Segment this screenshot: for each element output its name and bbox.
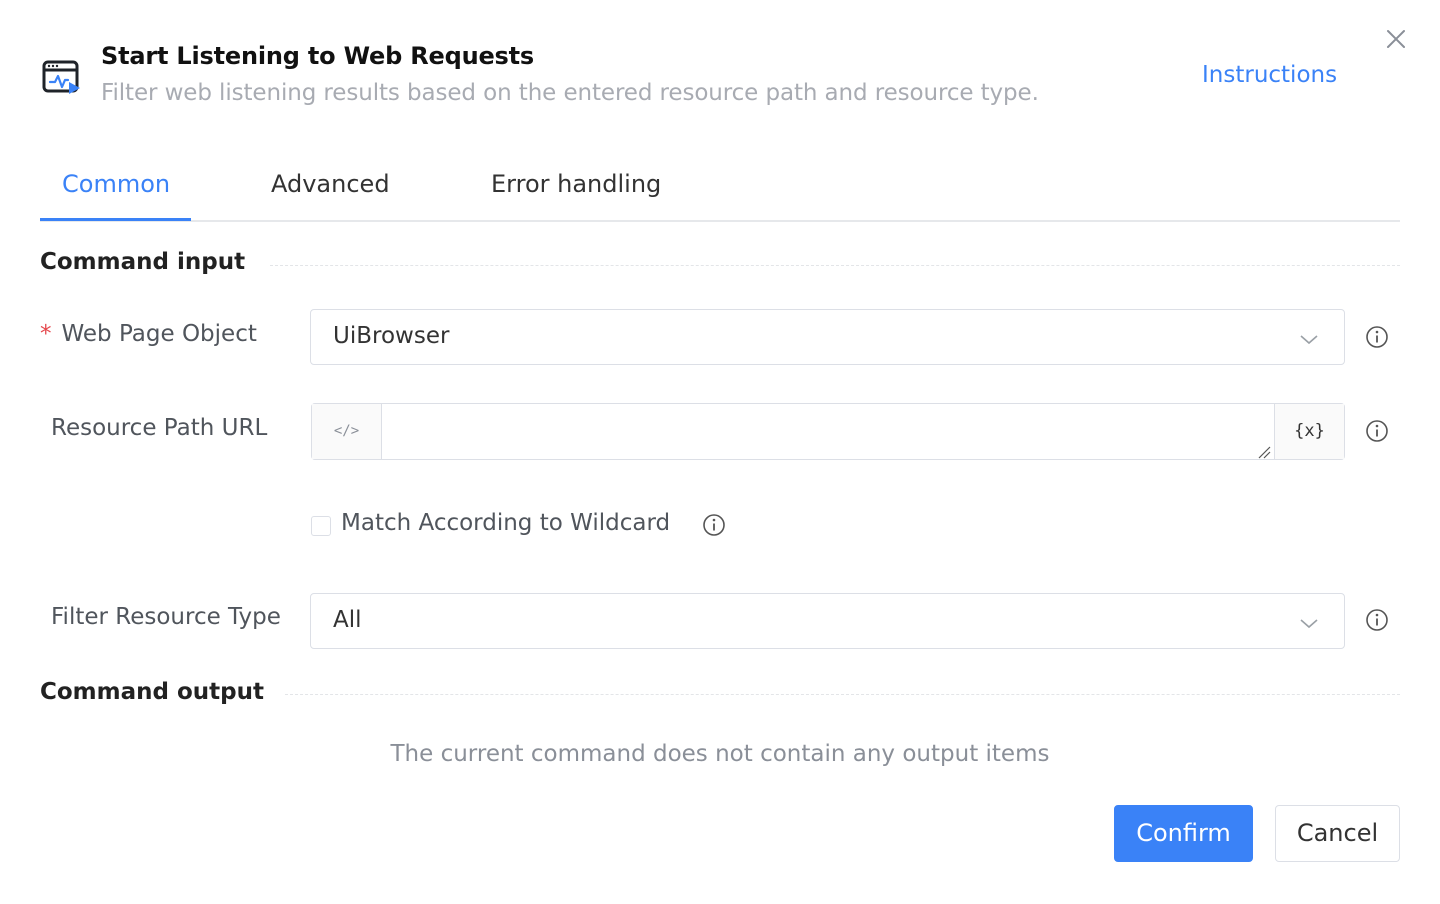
wildcard-checkbox-label[interactable]: Match According to Wildcard [341, 510, 670, 536]
info-icon[interactable] [702, 513, 726, 537]
web-page-object-value: UiBrowser [333, 323, 450, 349]
tab-advanced[interactable]: Advanced [271, 170, 390, 198]
resource-path-url-field: </> {x} [311, 403, 1345, 460]
wildcard-checkbox[interactable] [311, 516, 331, 536]
tab-error-handling[interactable]: Error handling [491, 170, 661, 198]
filter-resource-type-value: All [333, 607, 362, 633]
info-icon[interactable] [1365, 608, 1389, 632]
filter-resource-type-select[interactable]: All [310, 593, 1345, 649]
cancel-button[interactable]: Cancel [1275, 805, 1400, 862]
confirm-button[interactable]: Confirm [1114, 805, 1253, 862]
insert-variable-button[interactable]: {x} [1274, 404, 1344, 459]
section-title-command-input: Command input [40, 249, 246, 275]
info-icon[interactable] [1365, 419, 1389, 443]
resource-path-url-label: Resource Path URL [51, 415, 268, 441]
section-divider [285, 694, 1400, 695]
web-page-object-label: * Web Page Object [40, 321, 257, 347]
dialog-title: Start Listening to Web Requests [101, 42, 534, 70]
tab-common[interactable]: Common [62, 170, 170, 198]
browser-monitor-icon [42, 60, 82, 96]
web-page-object-label-text: Web Page Object [61, 321, 257, 347]
instructions-link[interactable]: Instructions [1202, 62, 1337, 88]
resize-handle-icon[interactable] [1257, 444, 1271, 459]
empty-output-message: The current command does not contain any… [390, 741, 1050, 767]
resource-path-url-input[interactable] [382, 404, 1276, 459]
dialog-subtitle: Filter web listening results based on th… [101, 80, 1039, 106]
active-tab-indicator [40, 218, 191, 221]
section-title-command-output: Command output [40, 679, 264, 705]
info-icon[interactable] [1365, 325, 1389, 349]
web-page-object-select[interactable]: UiBrowser [310, 309, 1345, 365]
chevron-down-icon [1298, 612, 1320, 634]
chevron-down-icon [1298, 328, 1320, 350]
required-mark: * [40, 321, 52, 347]
dialog: Start Listening to Web Requests Filter w… [0, 0, 1440, 904]
close-icon[interactable] [1384, 27, 1408, 51]
section-divider [270, 265, 1400, 266]
code-icon: </> [312, 404, 382, 459]
tab-bar: Common Advanced Error handling [40, 158, 1400, 222]
filter-resource-type-label: Filter Resource Type [51, 604, 281, 630]
